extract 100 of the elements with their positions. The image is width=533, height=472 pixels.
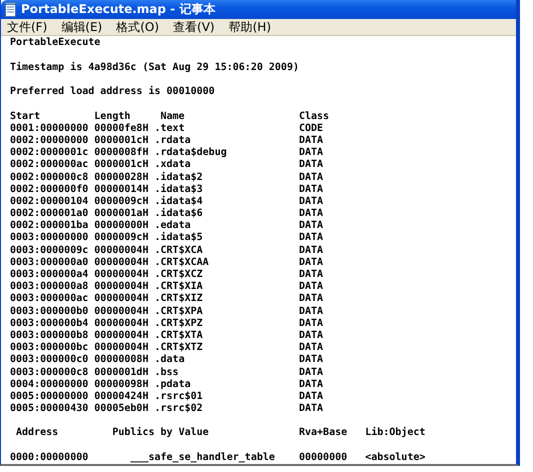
table-cell-text: 0002:000001a0: [10, 208, 88, 220]
table-cell: 0003:000000b0: [10, 306, 88, 318]
table-cell: DATA: [298, 318, 324, 330]
table-cell: 00000000H: [94, 220, 148, 232]
table-cell: DATA: [298, 220, 324, 232]
table-cell: 0003:00000000: [10, 232, 88, 245]
table-cell: DATA: [298, 403, 324, 416]
table-cell-text: .idata$2: [154, 172, 203, 184]
table-cell: .CRT$XPZ: [154, 318, 203, 330]
table-cell: 00000004H: [94, 244, 148, 257]
menu-item[interactable]: 文件(F): [5, 18, 50, 36]
table-cell: DATA: [298, 244, 324, 257]
table-cell: DATA: [298, 269, 324, 282]
table-cell: 00000004H: [94, 342, 148, 354]
module-name: PortableExecute: [10, 37, 100, 50]
table-cell: 0000:00000000: [10, 452, 88, 464]
table-cell-text: .rdata$debug: [154, 147, 227, 159]
table-cell: 00000004H: [94, 269, 148, 282]
table-cell: .text: [154, 122, 185, 135]
table-cell: 0003:000000c8: [10, 366, 88, 379]
table-cell-text: .CRT$XTZ: [154, 342, 203, 354]
table-cell: DATA: [298, 184, 324, 196]
table-cell: .pdata: [154, 378, 191, 391]
table-cell: 00005eb0H: [94, 403, 148, 416]
table-cell: DATA: [298, 281, 324, 294]
table-cell: <absolute>: [365, 452, 426, 464]
table-cell: 0002:00000104: [10, 196, 88, 208]
table-cell: DATA: [298, 330, 324, 342]
table-cell: 0003:000000c0: [10, 354, 88, 366]
column-header: Lib:Object: [365, 427, 426, 440]
table-cell: CODE: [298, 122, 324, 135]
table-cell-text: .idata$4: [154, 196, 203, 208]
table-cell: DATA: [298, 134, 324, 148]
table-cell: .bss: [154, 366, 179, 379]
table-cell: 0005:00000430: [10, 403, 88, 416]
column-header: Length: [94, 110, 130, 123]
column-header: Address: [16, 427, 58, 440]
window-title: PortableExecute.map - 记事本: [21, 1, 216, 18]
table-cell: 0003:000000a0: [10, 256, 88, 269]
table-cell: 00000004H: [94, 306, 148, 318]
table-cell: 00000004H: [94, 281, 148, 294]
table-cell: 0001:00000000: [10, 122, 88, 135]
table-cell: DATA: [298, 147, 324, 160]
table-cell: 00000000: [298, 452, 348, 464]
table-cell: DATA: [298, 159, 324, 172]
menu-item[interactable]: 编辑(E): [59, 18, 104, 36]
table-cell: 00000004H: [94, 318, 148, 330]
notepad-icon: [5, 2, 17, 18]
table-cell: 0002:000001ba: [10, 220, 88, 232]
table-cell: 0002:000000f0: [10, 184, 88, 196]
table-cell: 0003:000000b4: [10, 318, 88, 330]
table-cell: .CRT$XCAA: [154, 256, 209, 269]
table-cell-text: 0000001cH: [94, 134, 148, 147]
table-cell: ___safe_se_handler_table: [130, 452, 275, 464]
table-cell: DATA: [298, 256, 324, 269]
table-cell: DATA: [298, 390, 324, 404]
table-cell: .xdata: [154, 159, 191, 172]
table-cell: 0000001dH: [94, 366, 148, 379]
column-header: Rva+Base: [298, 427, 348, 440]
table-cell: DATA: [298, 293, 324, 306]
column-header: Name: [160, 110, 185, 123]
table-cell: .CRT$XIZ: [154, 293, 203, 306]
table-cell: 0000001aH: [94, 208, 148, 220]
menu-item[interactable]: 格式(O): [114, 18, 162, 36]
table-cell: DATA: [298, 172, 324, 184]
table-cell-text: .rsrc$01: [154, 390, 203, 403]
table-cell-text: .CRT$XTA: [154, 330, 203, 342]
table-cell: 0003:000000ac: [10, 293, 88, 306]
table-cell: 00000004H: [94, 330, 148, 342]
table-cell-text: .rdata: [154, 134, 191, 147]
table-cell: .data: [154, 354, 185, 366]
menu-item[interactable]: 查看(V): [171, 18, 217, 36]
table-cell: 0000001cH: [94, 159, 148, 172]
table-cell: 0003:000000a8: [10, 281, 88, 294]
table-cell: 0002:0000001c: [10, 147, 88, 160]
column-header: Publics by Value: [112, 427, 209, 440]
table-cell: 0000009cH: [94, 196, 148, 208]
table-cell: 00000fe8H: [94, 122, 148, 135]
table-cell: 00000004H: [94, 293, 148, 306]
table-cell: DATA: [298, 378, 324, 391]
table-cell: .rsrc$02: [154, 403, 203, 416]
table-cell: 0003:0000009c: [10, 244, 88, 257]
table-cell: DATA: [298, 196, 324, 208]
table-cell: 0002:000000c8: [10, 172, 88, 184]
table-cell: DATA: [298, 208, 324, 220]
table-cell-text: .CRT$XCZ: [154, 269, 203, 281]
menu-item[interactable]: 帮助(H): [226, 18, 273, 36]
table-cell: .CRT$XPA: [154, 306, 203, 318]
table-cell: 0000009cH: [94, 232, 148, 245]
table-cell-text: 0003:000000b8: [10, 330, 88, 342]
table-cell-text: .edata: [154, 220, 191, 232]
table-cell: .idata$5: [154, 232, 203, 245]
table-cell-text: .idata$6: [154, 208, 203, 220]
table-cell: 0002:000000ac: [10, 159, 88, 172]
table-cell-text: 00000424H: [94, 390, 148, 403]
table-cell: 00000028H: [94, 172, 148, 184]
column-header: Class: [298, 110, 330, 123]
table-cell: 00000098H: [94, 378, 148, 391]
table-cell: 0003:000000a4: [10, 269, 88, 282]
table-cell: DATA: [298, 306, 324, 318]
